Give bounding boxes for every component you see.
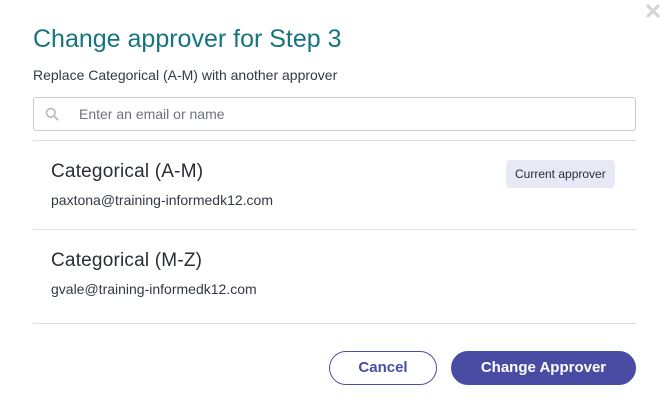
current-approver-badge: Current approver bbox=[506, 160, 615, 188]
approver-option[interactable]: Categorical (A-M) paxtona@training-infor… bbox=[33, 141, 636, 229]
change-approver-dialog: Change approver for Step 3 Replace Categ… bbox=[0, 0, 672, 405]
approver-email: gvale@training-informedk12.com bbox=[51, 281, 257, 297]
search-input[interactable] bbox=[79, 98, 619, 130]
search-field[interactable] bbox=[33, 97, 636, 131]
divider bbox=[33, 323, 636, 324]
dialog-title: Change approver for Step 3 bbox=[33, 25, 342, 53]
close-icon[interactable] bbox=[645, 3, 661, 19]
approver-name: Categorical (A-M) bbox=[51, 161, 204, 182]
dialog-subtitle: Replace Categorical (A-M) with another a… bbox=[33, 67, 338, 83]
search-icon bbox=[45, 107, 59, 121]
change-approver-button[interactable]: Change Approver bbox=[451, 351, 636, 385]
approver-name: Categorical (M-Z) bbox=[51, 250, 203, 271]
approver-option[interactable]: Categorical (M-Z) gvale@training-informe… bbox=[33, 230, 636, 318]
cancel-button[interactable]: Cancel bbox=[329, 351, 437, 385]
approver-email: paxtona@training-informedk12.com bbox=[51, 192, 273, 208]
